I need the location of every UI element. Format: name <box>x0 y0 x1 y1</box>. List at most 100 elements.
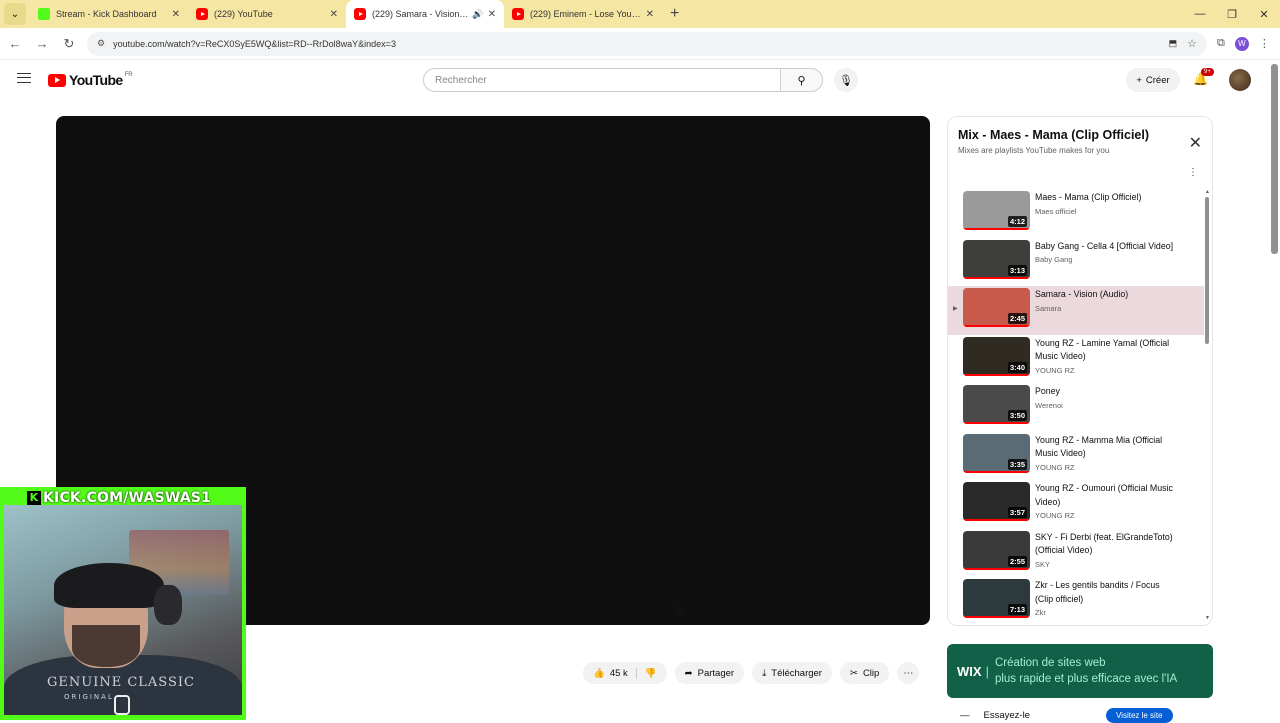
video-channel[interactable]: Maes officiel <box>1035 207 1175 216</box>
video-thumbnail[interactable]: 3:50 <box>963 385 1030 424</box>
close-playlist-icon[interactable]: ✕ <box>1189 133 1202 153</box>
video-channel[interactable]: SKY <box>1035 560 1175 569</box>
profile-avatar[interactable]: W <box>1234 36 1249 51</box>
playlist-title[interactable]: Mix - Maes - Mama (Clip Officiel) <box>958 128 1149 142</box>
close-window-icon[interactable]: ✕ <box>1248 8 1280 21</box>
watched-progress-bar <box>963 470 1030 473</box>
video-title[interactable]: Baby Gang - Cella 4 [Official Video] <box>1035 240 1175 254</box>
playlist-item[interactable]: 3:50 Poney Werenoi <box>948 383 1204 432</box>
watched-progress-bar <box>963 325 1030 327</box>
microphone-icon <box>114 695 130 715</box>
video-thumbnail[interactable]: 4:12 <box>963 191 1030 230</box>
video-title[interactable]: Maes - Mama (Clip Officiel) <box>1035 191 1175 205</box>
clip-button[interactable]: ✂ Clip <box>839 662 890 684</box>
voice-search-button[interactable]: 🎙 <box>834 68 858 92</box>
back-icon[interactable]: ← <box>3 36 27 51</box>
tab-search-icon[interactable]: ⌄ <box>4 3 26 25</box>
playlist-item[interactable]: 7:13 Zkr - Les gentils bandits / Focus (C… <box>948 577 1204 625</box>
video-duration: 7:13 <box>1007 604 1027 615</box>
video-title[interactable]: Young RZ - Lamine Yamal (Official Music … <box>1035 337 1175 364</box>
playlist-item[interactable]: 2:55 SKY - Fi Derbi (feat. ElGrandeToto) … <box>948 529 1204 578</box>
video-thumbnail[interactable]: 2:55 <box>963 530 1030 570</box>
site-info-icon[interactable]: ⚙ <box>97 38 105 49</box>
download-button[interactable]: ⤓ Télécharger <box>752 662 832 684</box>
youtube-logo[interactable]: YouTube FR <box>48 72 133 88</box>
address-bar[interactable]: ⚙ youtube.com/watch?v=ReCX0SyE5WQ&list=R… <box>87 31 1207 56</box>
video-title[interactable]: Samara - Vision (Audio) <box>1035 288 1175 302</box>
account-avatar[interactable] <box>1229 69 1251 91</box>
video-thumbnail[interactable]: 3:57 <box>963 482 1030 521</box>
ad-text-line2: plus rapide et plus efficace avec l'IA <box>994 673 1178 685</box>
tab-label: (229) Eminem - Lose Yourself <box>530 9 642 19</box>
playlist-scrollbar[interactable] <box>1205 197 1209 344</box>
youtube-play-icon <box>48 73 66 87</box>
scroll-up-icon[interactable]: ▲ <box>1205 189 1210 195</box>
playlist-item[interactable]: Jul - J'oublie tout [Son Officiel] <box>948 626 1204 627</box>
playlist-item[interactable]: 3:35 Young RZ - Mamma Mia (Official Music… <box>948 432 1204 481</box>
playlist-item[interactable]: 3:13 Baby Gang - Cella 4 [Official Video]… <box>948 238 1204 287</box>
ad-info-icon[interactable]: — <box>960 710 970 721</box>
tab-eminem[interactable]: (229) Eminem - Lose Yourself ✕ <box>504 0 662 28</box>
video-duration: 4:12 <box>1007 216 1027 227</box>
search-input[interactable]: Rechercher <box>423 68 781 92</box>
minimize-icon[interactable]: — <box>1184 8 1216 20</box>
close-tab-icon[interactable]: ✕ <box>172 9 180 20</box>
video-channel[interactable]: Werenoi <box>1035 401 1175 410</box>
playlist-item[interactable]: 4:12 Maes - Mama (Clip Officiel) Maes offi… <box>948 189 1204 238</box>
playlist-item[interactable]: 3:40 Young RZ - Lamine Yamal (Official Mu… <box>948 335 1204 384</box>
video-thumbnail[interactable]: 2:45 <box>963 288 1030 327</box>
video-thumbnail[interactable]: 7:13 <box>963 579 1030 618</box>
video-thumbnail[interactable]: 3:40 <box>963 336 1030 376</box>
video-title[interactable]: Young RZ - Oumouri (Official Music Video… <box>1035 482 1175 509</box>
ad-text-line1: Création de sites web <box>994 657 1106 669</box>
video-channel[interactable]: Baby Gang <box>1035 255 1175 264</box>
new-tab-button[interactable]: + <box>670 5 679 23</box>
video-channel[interactable]: YOUNG RZ <box>1035 511 1175 520</box>
browser-menu-icon[interactable]: ⋮ <box>1259 37 1270 50</box>
bookmark-star-icon[interactable]: ☆ <box>1187 37 1197 50</box>
kick-channel-banner: K KICK.COM/WASWAS1 <box>27 490 211 506</box>
video-channel[interactable]: Samara <box>1035 304 1175 313</box>
browser-toolbar: ← → ↻ ⚙ youtube.com/watch?v=ReCX0SyE5WQ&… <box>0 28 1280 60</box>
video-channel[interactable]: YOUNG RZ <box>1035 463 1175 472</box>
scroll-down-icon[interactable]: ▼ <box>1205 615 1210 621</box>
playlist-more-icon[interactable]: ⋮ <box>1188 167 1198 178</box>
hamburger-menu-icon[interactable] <box>17 73 31 83</box>
tab-kick-dashboard[interactable]: Stream - Kick Dashboard ✕ <box>30 0 188 28</box>
close-tab-icon[interactable]: ✕ <box>330 9 338 20</box>
create-button[interactable]: + Créer <box>1126 68 1180 92</box>
extensions-icon[interactable]: ⧉ <box>1217 37 1225 50</box>
share-button[interactable]: ➦ Partager <box>674 662 745 684</box>
video-duration: 3:50 <box>1007 410 1027 421</box>
close-tab-icon[interactable]: ✕ <box>488 9 496 20</box>
wix-ad-banner[interactable]: WIX | Création de sites web plus rapide … <box>947 644 1213 698</box>
tab-youtube-home[interactable]: (229) YouTube ✕ <box>188 0 346 28</box>
playlist-item[interactable]: ▶ 2:45 Samara - Vision (Audio) Samara <box>948 286 1204 335</box>
close-tab-icon[interactable]: ✕ <box>646 9 654 20</box>
more-actions-button[interactable]: ⋯ <box>897 662 920 684</box>
video-meta: Samara - Vision (Audio) Samara <box>1035 288 1175 335</box>
ad-visit-button[interactable]: Visitez le site <box>1105 708 1173 723</box>
video-channel[interactable]: Zkr <box>1035 608 1175 617</box>
video-thumbnail[interactable]: 3:35 <box>963 433 1030 473</box>
playlist-item[interactable]: 3:57 Young RZ - Oumouri (Official Music V… <box>948 480 1204 529</box>
like-button[interactable]: 👍 45 k <box>583 667 637 679</box>
page-scrollbar[interactable] <box>1271 64 1278 254</box>
video-title[interactable]: Poney <box>1035 385 1175 399</box>
webcam-streamer-cap <box>54 563 164 608</box>
audio-playing-icon[interactable]: 🔊 <box>472 9 483 20</box>
video-thumbnail[interactable]: 3:13 <box>963 239 1030 279</box>
search-button[interactable]: ⚲ <box>781 68 823 92</box>
dislike-button[interactable]: 👎 <box>637 668 667 679</box>
notifications-bell-icon[interactable]: 🔔 9+ <box>1193 68 1214 86</box>
tab-samara-vision[interactable]: (229) Samara - Vision (Audi 🔊 ✕ <box>346 0 504 28</box>
video-meta: Young RZ - Oumouri (Official Music Video… <box>1035 482 1175 529</box>
forward-icon[interactable]: → <box>30 36 54 51</box>
video-title[interactable]: SKY - Fi Derbi (feat. ElGrandeToto) (Off… <box>1035 531 1175 558</box>
restore-icon[interactable]: ❐ <box>1216 8 1248 21</box>
video-title[interactable]: Zkr - Les gentils bandits / Focus (Clip … <box>1035 579 1175 606</box>
video-title[interactable]: Young RZ - Mamma Mia (Official Music Vid… <box>1035 434 1175 461</box>
video-channel[interactable]: YOUNG RZ <box>1035 366 1175 375</box>
install-app-icon[interactable]: ⬒ <box>1169 38 1178 49</box>
reload-icon[interactable]: ↻ <box>57 36 81 52</box>
